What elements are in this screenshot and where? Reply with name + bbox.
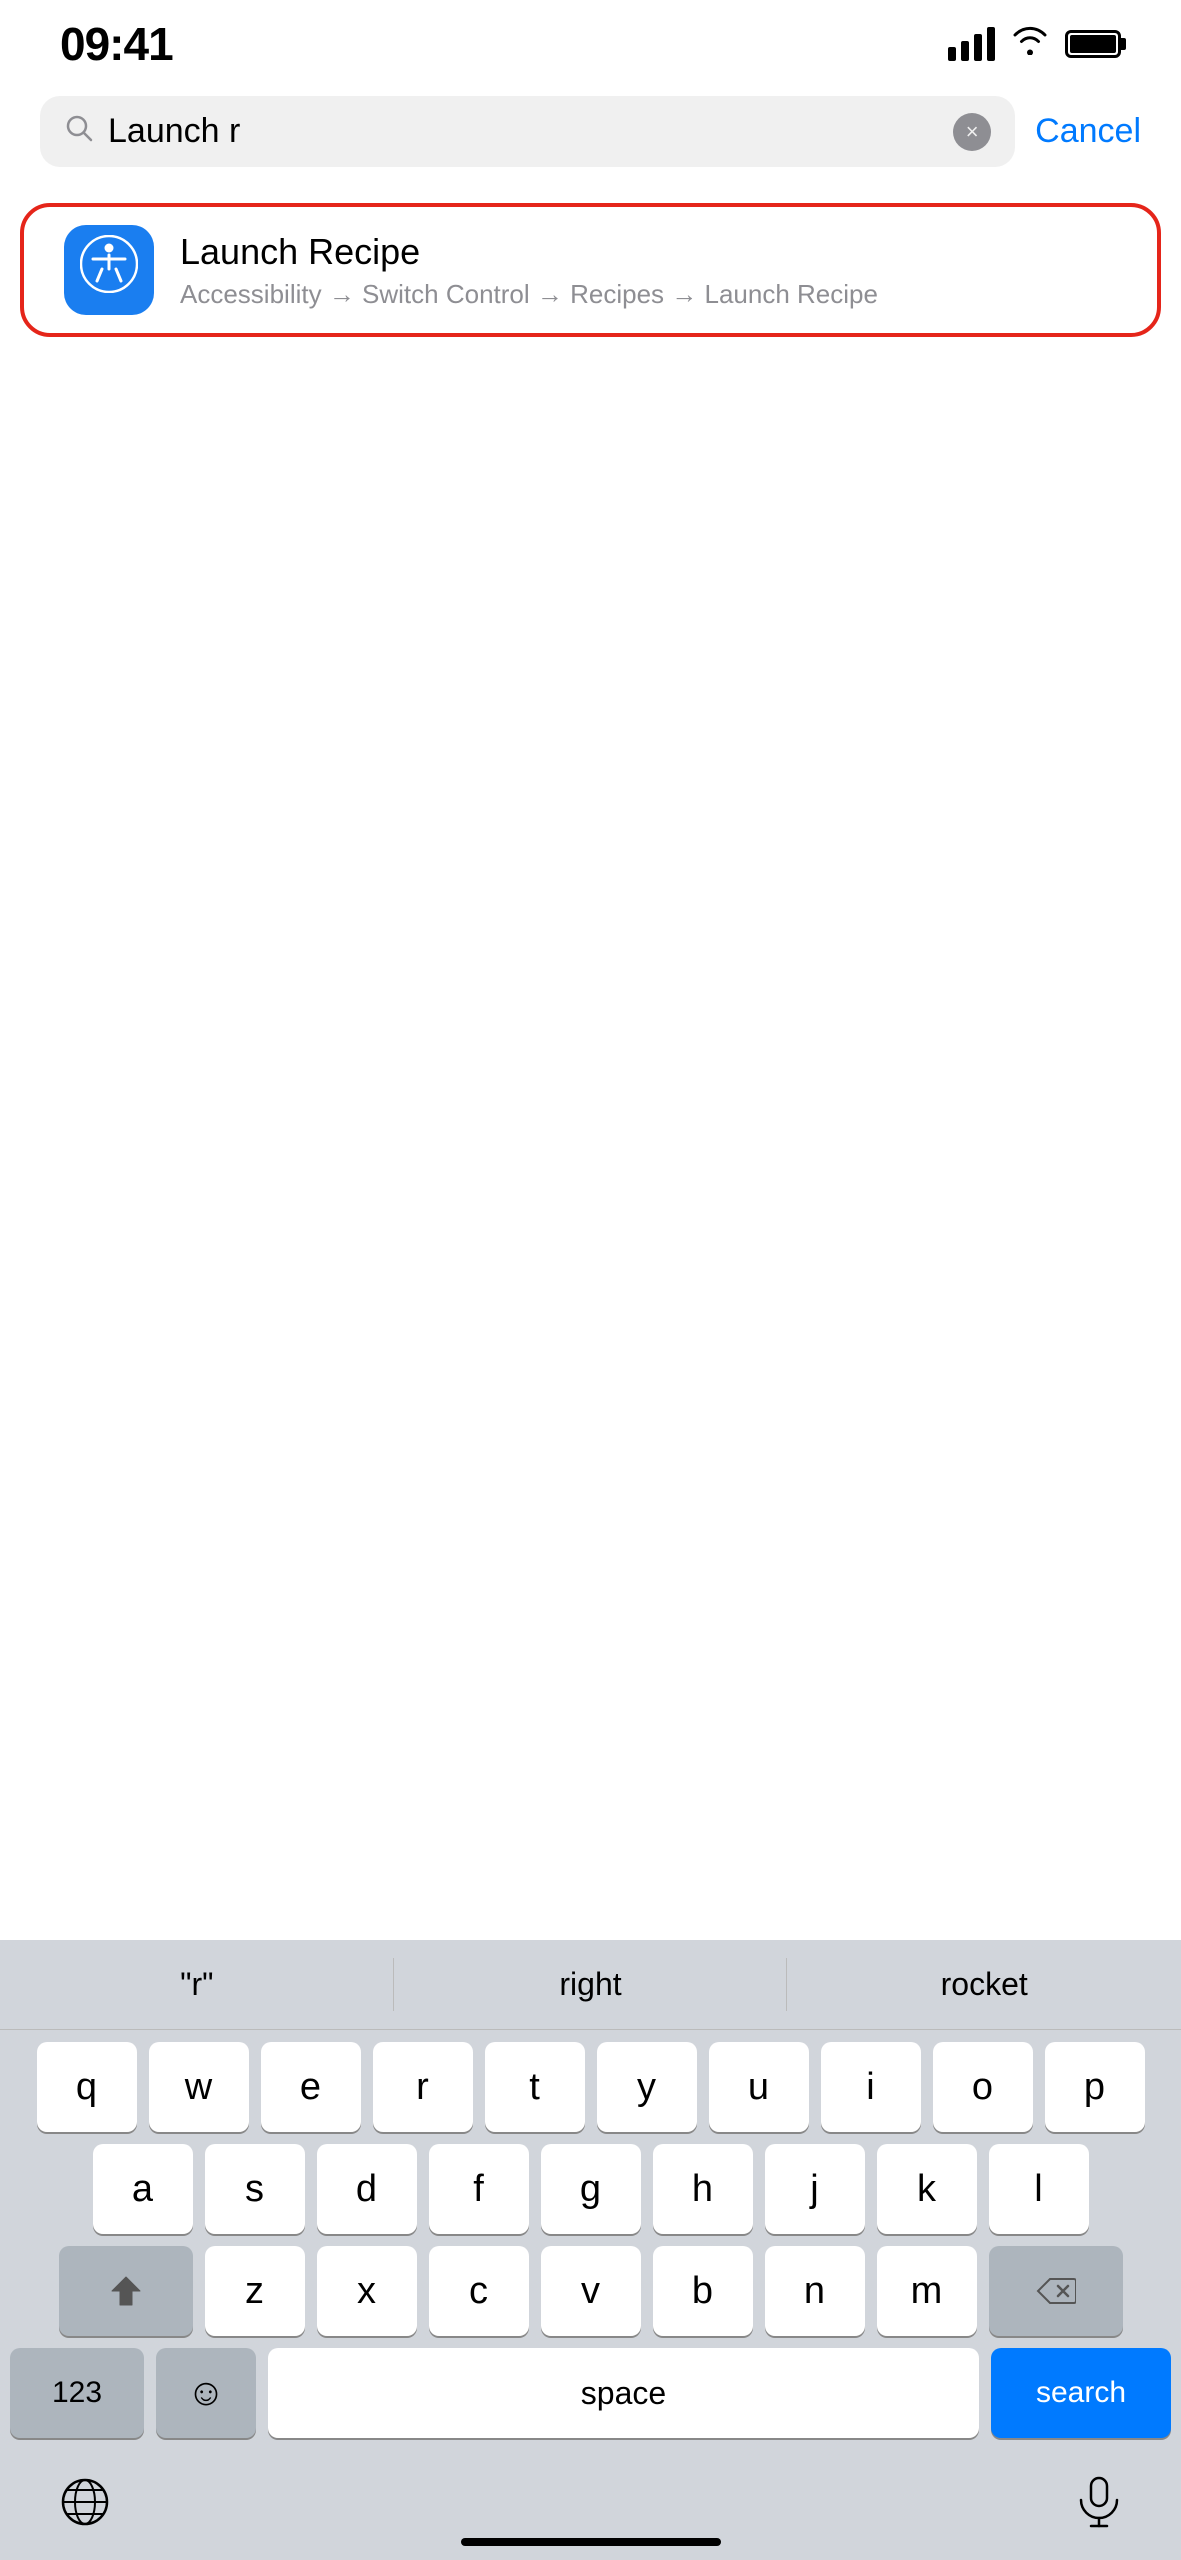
predictive-bar: "r" right rocket [0, 1940, 1181, 2030]
wifi-icon [1011, 25, 1049, 63]
key-z[interactable]: z [205, 2246, 305, 2336]
key-q[interactable]: q [37, 2042, 137, 2132]
status-icons [948, 25, 1121, 63]
status-time: 09:41 [60, 17, 173, 71]
result-path: Accessibility → Switch Control → Recipes… [180, 279, 878, 310]
key-s[interactable]: s [205, 2144, 305, 2234]
key-r[interactable]: r [373, 2042, 473, 2132]
key-row-4: 123 ☺ space search [10, 2348, 1171, 2438]
globe-icon[interactable] [60, 2477, 110, 2538]
home-indicator [461, 2538, 721, 2546]
accessibility-icon [80, 235, 138, 306]
key-row-1: q w e r t y u i o p [10, 2042, 1171, 2132]
clear-button[interactable]: × [953, 113, 991, 151]
battery-icon [1065, 30, 1121, 58]
key-c[interactable]: c [429, 2246, 529, 2336]
delete-key[interactable] [989, 2246, 1123, 2336]
result-item[interactable]: Launch Recipe Accessibility → Switch Con… [20, 203, 1161, 337]
key-row-3: z x c v b n m [10, 2246, 1171, 2336]
key-d[interactable]: d [317, 2144, 417, 2234]
result-text: Launch Recipe Accessibility → Switch Con… [180, 231, 878, 310]
key-x[interactable]: x [317, 2246, 417, 2336]
key-l[interactable]: l [989, 2144, 1089, 2234]
emoji-key[interactable]: ☺ [156, 2348, 256, 2438]
predictive-item-0[interactable]: "r" [0, 1940, 394, 2029]
results-container: Launch Recipe Accessibility → Switch Con… [0, 183, 1181, 357]
key-v[interactable]: v [541, 2246, 641, 2336]
key-k[interactable]: k [877, 2144, 977, 2234]
search-input[interactable]: Launch r [108, 112, 939, 151]
key-t[interactable]: t [485, 2042, 585, 2132]
key-p[interactable]: p [1045, 2042, 1145, 2132]
key-i[interactable]: i [821, 2042, 921, 2132]
key-o[interactable]: o [933, 2042, 1033, 2132]
search-icon [64, 113, 94, 151]
key-y[interactable]: y [597, 2042, 697, 2132]
status-bar: 09:41 [0, 0, 1181, 80]
key-w[interactable]: w [149, 2042, 249, 2132]
keyboard-rows: q w e r t y u i o p a s d f g h j k l [0, 2030, 1181, 2438]
shift-key[interactable] [59, 2246, 193, 2336]
numbers-key[interactable]: 123 [10, 2348, 144, 2438]
result-title: Launch Recipe [180, 231, 878, 273]
predictive-item-1[interactable]: right [394, 1940, 788, 2029]
key-row-2: a s d f g h j k l [10, 2144, 1171, 2234]
search-bar[interactable]: Launch r × [40, 96, 1015, 167]
key-e[interactable]: e [261, 2042, 361, 2132]
key-f[interactable]: f [429, 2144, 529, 2234]
key-m[interactable]: m [877, 2246, 977, 2336]
cancel-button[interactable]: Cancel [1035, 112, 1141, 151]
key-b[interactable]: b [653, 2246, 753, 2336]
key-g[interactable]: g [541, 2144, 641, 2234]
key-n[interactable]: n [765, 2246, 865, 2336]
keyboard: "r" right rocket q w e r t y u i o p a s… [0, 1940, 1181, 2560]
mic-icon[interactable] [1077, 2476, 1121, 2539]
signal-icon [948, 27, 995, 61]
search-key[interactable]: search [991, 2348, 1171, 2438]
predictive-item-2[interactable]: rocket [787, 1940, 1181, 2029]
space-key[interactable]: space [268, 2348, 979, 2438]
search-container: Launch r × Cancel [0, 80, 1181, 183]
result-app-icon [64, 225, 154, 315]
key-j[interactable]: j [765, 2144, 865, 2234]
key-a[interactable]: a [93, 2144, 193, 2234]
key-h[interactable]: h [653, 2144, 753, 2234]
key-u[interactable]: u [709, 2042, 809, 2132]
